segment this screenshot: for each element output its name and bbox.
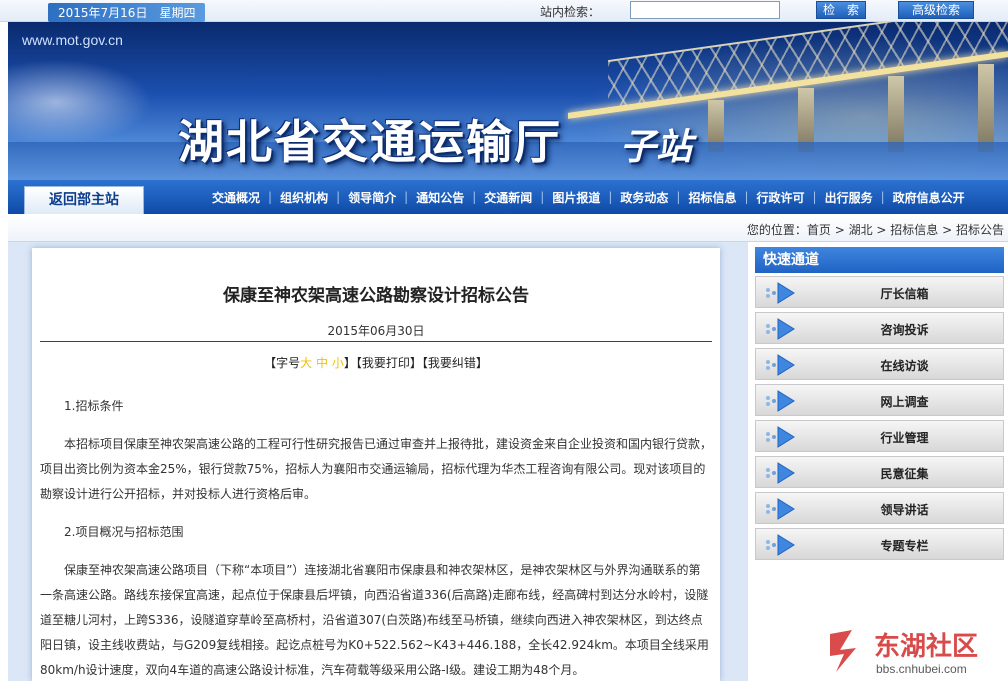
quick-link-special-topics[interactable]: 专题专栏 xyxy=(755,528,1004,560)
top-bar: 2015年7月16日 星期四 站内检索： 检 索 高级检索 xyxy=(0,0,1008,22)
arrow-icon xyxy=(766,534,795,556)
arrow-icon xyxy=(766,498,795,520)
quick-link-director-mailbox[interactable]: 厅长信箱 xyxy=(755,276,1004,308)
quick-link-public-opinion[interactable]: 民意征集 xyxy=(755,456,1004,488)
breadcrumb-hubei[interactable]: 湖北 xyxy=(849,223,873,237)
nav-item-organization[interactable]: 组织机构 xyxy=(272,189,336,206)
back-to-main-site-button[interactable]: 返回部主站 xyxy=(24,186,144,214)
font-size-medium[interactable]: 中 xyxy=(316,356,328,370)
section-heading: 2.项目概况与招标范围 xyxy=(64,525,184,539)
divider xyxy=(40,341,712,342)
arrow-icon xyxy=(766,318,795,340)
quick-links-list: 厅长信箱 咨询投诉 在线访谈 网上调查 行业管理 民意征集 领导讲话 专题专栏 xyxy=(755,276,1004,564)
nav-item-licensing[interactable]: 行政许可 xyxy=(749,189,813,206)
article-title: 保康至神农架高速公路勘察设计招标公告 xyxy=(223,286,529,306)
font-size-large[interactable]: 大 xyxy=(300,356,312,370)
nav-item-affairs[interactable]: 政务动态 xyxy=(612,189,676,206)
quick-link-consult-complain[interactable]: 咨询投诉 xyxy=(755,312,1004,344)
nav-item-photos[interactable]: 图片报道 xyxy=(544,189,608,206)
breadcrumb-tenders[interactable]: 招标信息 xyxy=(890,223,938,237)
article-date: 2015年06月30日 xyxy=(327,324,425,338)
article-panel: 保康至神农架高速公路勘察设计招标公告 2015年06月30日 【字号大 中 小】… xyxy=(32,248,720,681)
quick-link-online-survey[interactable]: 网上调查 xyxy=(755,384,1004,416)
watermark: 东湖社区 bbs.cnhubei.com xyxy=(826,626,1008,681)
nav-item-notices[interactable]: 通知公告 xyxy=(408,189,472,206)
nav-menu: 交通概况 | 组织机构 | 领导简介 | 通知公告 | 交通新闻 | 图片报道 | 政务动态… xyxy=(204,180,973,214)
current-date: 2015年7月16日 星期四 xyxy=(48,3,206,22)
arrow-icon xyxy=(766,462,795,484)
site-url: www.mot.gov.cn xyxy=(22,32,123,48)
cloud-decoration xyxy=(8,52,168,152)
site-search-input[interactable] xyxy=(630,1,780,19)
watermark-logo-icon xyxy=(830,630,856,672)
arrow-icon xyxy=(766,426,795,448)
nav-item-travel[interactable]: 出行服务 xyxy=(817,189,881,206)
nav-item-overview[interactable]: 交通概况 xyxy=(204,189,268,206)
quick-links-title: 快速通道 xyxy=(755,247,1004,273)
quick-link-industry-management[interactable]: 行业管理 xyxy=(755,420,1004,452)
article-body: 1.招标条件 本招标项目保康至神农架高速公路的工程可行性研究报告已通过审查并上报… xyxy=(40,394,712,681)
arrow-icon xyxy=(766,282,795,304)
nav-item-news[interactable]: 交通新闻 xyxy=(476,189,540,206)
report-error-link[interactable]: 【我要纠错】 xyxy=(422,356,488,370)
breadcrumb-tender-notice[interactable]: 招标公告 xyxy=(956,223,1004,237)
nav-item-disclosure[interactable]: 政府信息公开 xyxy=(885,189,973,206)
site-banner: www.mot.gov.cn 湖北省交通运输厅 子站 xyxy=(8,22,1008,180)
search-button[interactable]: 检 索 xyxy=(816,1,866,19)
quick-link-leader-speeches[interactable]: 领导讲话 xyxy=(755,492,1004,524)
breadcrumb-home[interactable]: 首页 xyxy=(807,223,831,237)
main-nav: 返回部主站 交通概况 | 组织机构 | 领导简介 | 通知公告 | 交通新闻 | 图片报道… xyxy=(8,180,1008,214)
site-title: 湖北省交通运输厅 xyxy=(178,115,562,169)
arrow-icon xyxy=(766,390,795,412)
breadcrumb: 您的位置：首页 > 湖北 > 招标信息 > 招标公告 xyxy=(746,223,1004,237)
section-paragraph: 保康至神农架高速公路项目（下称“本项目”）连接湖北省襄阳市保康县和神农架林区，是… xyxy=(40,563,709,677)
advanced-search-button[interactable]: 高级检索 xyxy=(898,1,974,19)
breadcrumb-bar: 您的位置：首页 > 湖北 > 招标信息 > 招标公告 xyxy=(8,214,1008,242)
quick-link-online-interview[interactable]: 在线访谈 xyxy=(755,348,1004,380)
watermark-text: 东湖社区 xyxy=(874,632,979,662)
arrow-icon xyxy=(766,354,795,376)
section-paragraph: 本招标项目保康至神农架高速公路的工程可行性研究报告已通过审查并上报待批，建设资金… xyxy=(40,437,713,501)
search-label: 站内检索： xyxy=(540,5,601,19)
watermark-url: bbs.cnhubei.com xyxy=(876,662,967,676)
section-heading: 1.招标条件 xyxy=(64,399,124,413)
font-size-small[interactable]: 小 xyxy=(332,356,344,370)
nav-item-tenders[interactable]: 招标信息 xyxy=(680,189,744,206)
site-subtitle: 子站 xyxy=(620,126,693,168)
article-tools: 【字号大 中 小】【我要打印】【我要纠错】 xyxy=(264,356,488,370)
print-link[interactable]: 【我要打印】 xyxy=(356,356,422,370)
nav-item-leaders[interactable]: 领导简介 xyxy=(340,189,404,206)
